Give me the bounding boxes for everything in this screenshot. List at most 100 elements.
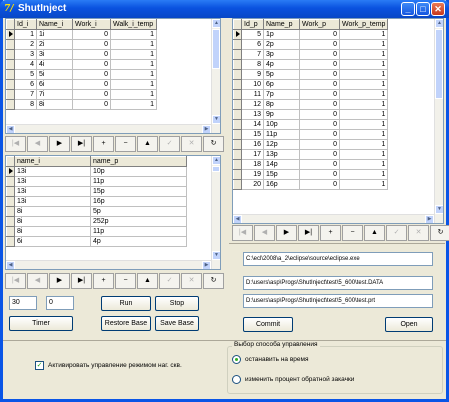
- table-cell[interactable]: 6: [14, 79, 37, 90]
- stop-button[interactable]: Stop: [155, 296, 199, 311]
- table-row[interactable]: 20 16p 0 1: [233, 179, 389, 190]
- table-cell[interactable]: 0: [299, 119, 340, 130]
- table-cell[interactable]: 12p: [263, 139, 300, 150]
- table-cell[interactable]: 4p: [90, 236, 187, 247]
- prior-record-icon[interactable]: ◀: [254, 225, 275, 241]
- table-row[interactable]: 4 4i 0 1: [6, 59, 157, 70]
- table-cell[interactable]: 10p: [263, 119, 300, 130]
- table-cell[interactable]: 0: [299, 99, 340, 110]
- scroll-down-icon[interactable]: ▼: [212, 251, 220, 260]
- grid-links-hscroll[interactable]: ◀ ▶: [6, 260, 211, 269]
- table-cell[interactable]: 15p: [90, 186, 187, 197]
- table-cell[interactable]: 18: [241, 159, 264, 170]
- grid-injectors-hscroll[interactable]: ◀ ▶: [6, 124, 211, 133]
- table-row[interactable]: 7 3p 0 1: [233, 49, 389, 60]
- table-cell[interactable]: 0: [299, 39, 340, 50]
- data-path-field[interactable]: D:\users\asp\Progs\ShutInject\test\5_600…: [243, 276, 433, 290]
- table-row[interactable]: 13 9p 0 1: [233, 109, 389, 120]
- refresh-record-icon[interactable]: ↻: [203, 136, 224, 152]
- table-cell[interactable]: 5p: [90, 206, 187, 217]
- table-cell[interactable]: 1: [110, 29, 157, 40]
- table-row[interactable]: 13i 15p: [6, 186, 187, 197]
- table-cell[interactable]: 6i: [36, 79, 73, 90]
- table-cell[interactable]: 0: [72, 29, 111, 40]
- table-cell[interactable]: 10p: [90, 166, 187, 177]
- post-record-icon[interactable]: ✓: [159, 273, 180, 289]
- table-cell[interactable]: 1: [110, 69, 157, 80]
- table-cell[interactable]: 1: [338, 69, 389, 80]
- table-cell[interactable]: 1: [110, 99, 157, 110]
- scroll-up-icon[interactable]: ▲: [435, 19, 443, 28]
- table-cell[interactable]: 0: [299, 179, 340, 190]
- table-row[interactable]: 2 2i 0 1: [6, 39, 157, 50]
- table-cell[interactable]: 1p: [263, 29, 300, 40]
- table-cell[interactable]: 2p: [263, 39, 300, 50]
- table-cell[interactable]: 13: [241, 109, 264, 120]
- table-cell[interactable]: 9p: [263, 109, 300, 120]
- grid-producers-vscroll[interactable]: ▲ ▼: [434, 19, 443, 223]
- table-cell[interactable]: 0: [299, 129, 340, 140]
- table-row[interactable]: 19 15p 0 1: [233, 169, 389, 180]
- scroll-left-icon[interactable]: ◀: [6, 125, 15, 133]
- grid-links[interactable]: name_i name_p 13i 10p 13i 11p 13i 15p 13i 16p 8i 5p…: [5, 155, 221, 270]
- insert-record-icon[interactable]: +: [320, 225, 341, 241]
- table-cell[interactable]: 7i: [36, 89, 73, 100]
- first-record-icon[interactable]: |◀: [232, 225, 253, 241]
- table-cell[interactable]: 1: [110, 89, 157, 100]
- table-cell[interactable]: 1i: [36, 29, 73, 40]
- prior-record-icon[interactable]: ◀: [27, 136, 48, 152]
- table-cell[interactable]: 14p: [263, 159, 300, 170]
- scroll-thumb[interactable]: [212, 166, 220, 172]
- scroll-thumb[interactable]: [212, 29, 220, 69]
- table-row[interactable]: 17 13p 0 1: [233, 149, 389, 160]
- table-cell[interactable]: 7: [241, 49, 264, 60]
- table-cell[interactable]: 1: [338, 129, 389, 140]
- table-cell[interactable]: 10: [241, 79, 264, 90]
- column-header[interactable]: Id_p: [241, 19, 264, 30]
- table-cell[interactable]: 0: [299, 69, 340, 80]
- save-base-button[interactable]: Save Base: [155, 316, 199, 331]
- radio-stop-for-time[interactable]: [232, 355, 241, 364]
- table-cell[interactable]: 13i: [14, 196, 91, 207]
- table-cell[interactable]: 1: [338, 139, 389, 150]
- table-cell[interactable]: 20: [241, 179, 264, 190]
- table-cell[interactable]: 7p: [263, 89, 300, 100]
- table-row[interactable]: 3 3i 0 1: [6, 49, 157, 60]
- table-cell[interactable]: 13i: [14, 166, 91, 177]
- table-row[interactable]: 6i 4p: [6, 236, 187, 247]
- table-row[interactable]: 16 12p 0 1: [233, 139, 389, 150]
- table-cell[interactable]: 19: [241, 169, 264, 180]
- table-cell[interactable]: 0: [299, 59, 340, 70]
- edit-record-icon[interactable]: ▲: [137, 136, 158, 152]
- run-button[interactable]: Run: [101, 296, 151, 311]
- table-cell[interactable]: 11p: [90, 226, 187, 237]
- table-cell[interactable]: 1: [338, 149, 389, 160]
- table-cell[interactable]: 8i: [36, 99, 73, 110]
- table-row[interactable]: 6 2p 0 1: [233, 39, 389, 50]
- cancel-record-icon[interactable]: ✕: [181, 273, 202, 289]
- table-cell[interactable]: 17: [241, 149, 264, 160]
- table-cell[interactable]: 4: [14, 59, 37, 70]
- table-cell[interactable]: 5i: [36, 69, 73, 80]
- table-cell[interactable]: 1: [338, 99, 389, 110]
- insert-record-icon[interactable]: +: [93, 273, 114, 289]
- grid-links-vscroll[interactable]: ▲ ▼: [211, 156, 220, 269]
- post-record-icon[interactable]: ✓: [386, 225, 407, 241]
- cancel-record-icon[interactable]: ✕: [181, 136, 202, 152]
- table-cell[interactable]: 0: [72, 99, 111, 110]
- table-cell[interactable]: 2i: [36, 39, 73, 50]
- radio-change-percent[interactable]: [232, 375, 241, 384]
- table-cell[interactable]: 1: [338, 79, 389, 90]
- table-cell[interactable]: 11p: [90, 176, 187, 187]
- table-cell[interactable]: 1: [110, 59, 157, 70]
- table-row[interactable]: 8i 252p: [6, 216, 187, 227]
- grid-injectors[interactable]: Id_i Name_i Work_i Walk_i_temp 1 1i 0 1 2 2i 0 1 3 3i…: [5, 18, 221, 134]
- table-row[interactable]: 13i 16p: [6, 196, 187, 207]
- table-row[interactable]: 8 8i 0 1: [6, 99, 157, 110]
- scroll-up-icon[interactable]: ▲: [212, 19, 220, 28]
- column-header[interactable]: Work_p: [299, 19, 340, 30]
- table-row[interactable]: 12 8p 0 1: [233, 99, 389, 110]
- table-cell[interactable]: 3i: [36, 49, 73, 60]
- table-cell[interactable]: 1: [338, 119, 389, 130]
- table-cell[interactable]: 15p: [263, 169, 300, 180]
